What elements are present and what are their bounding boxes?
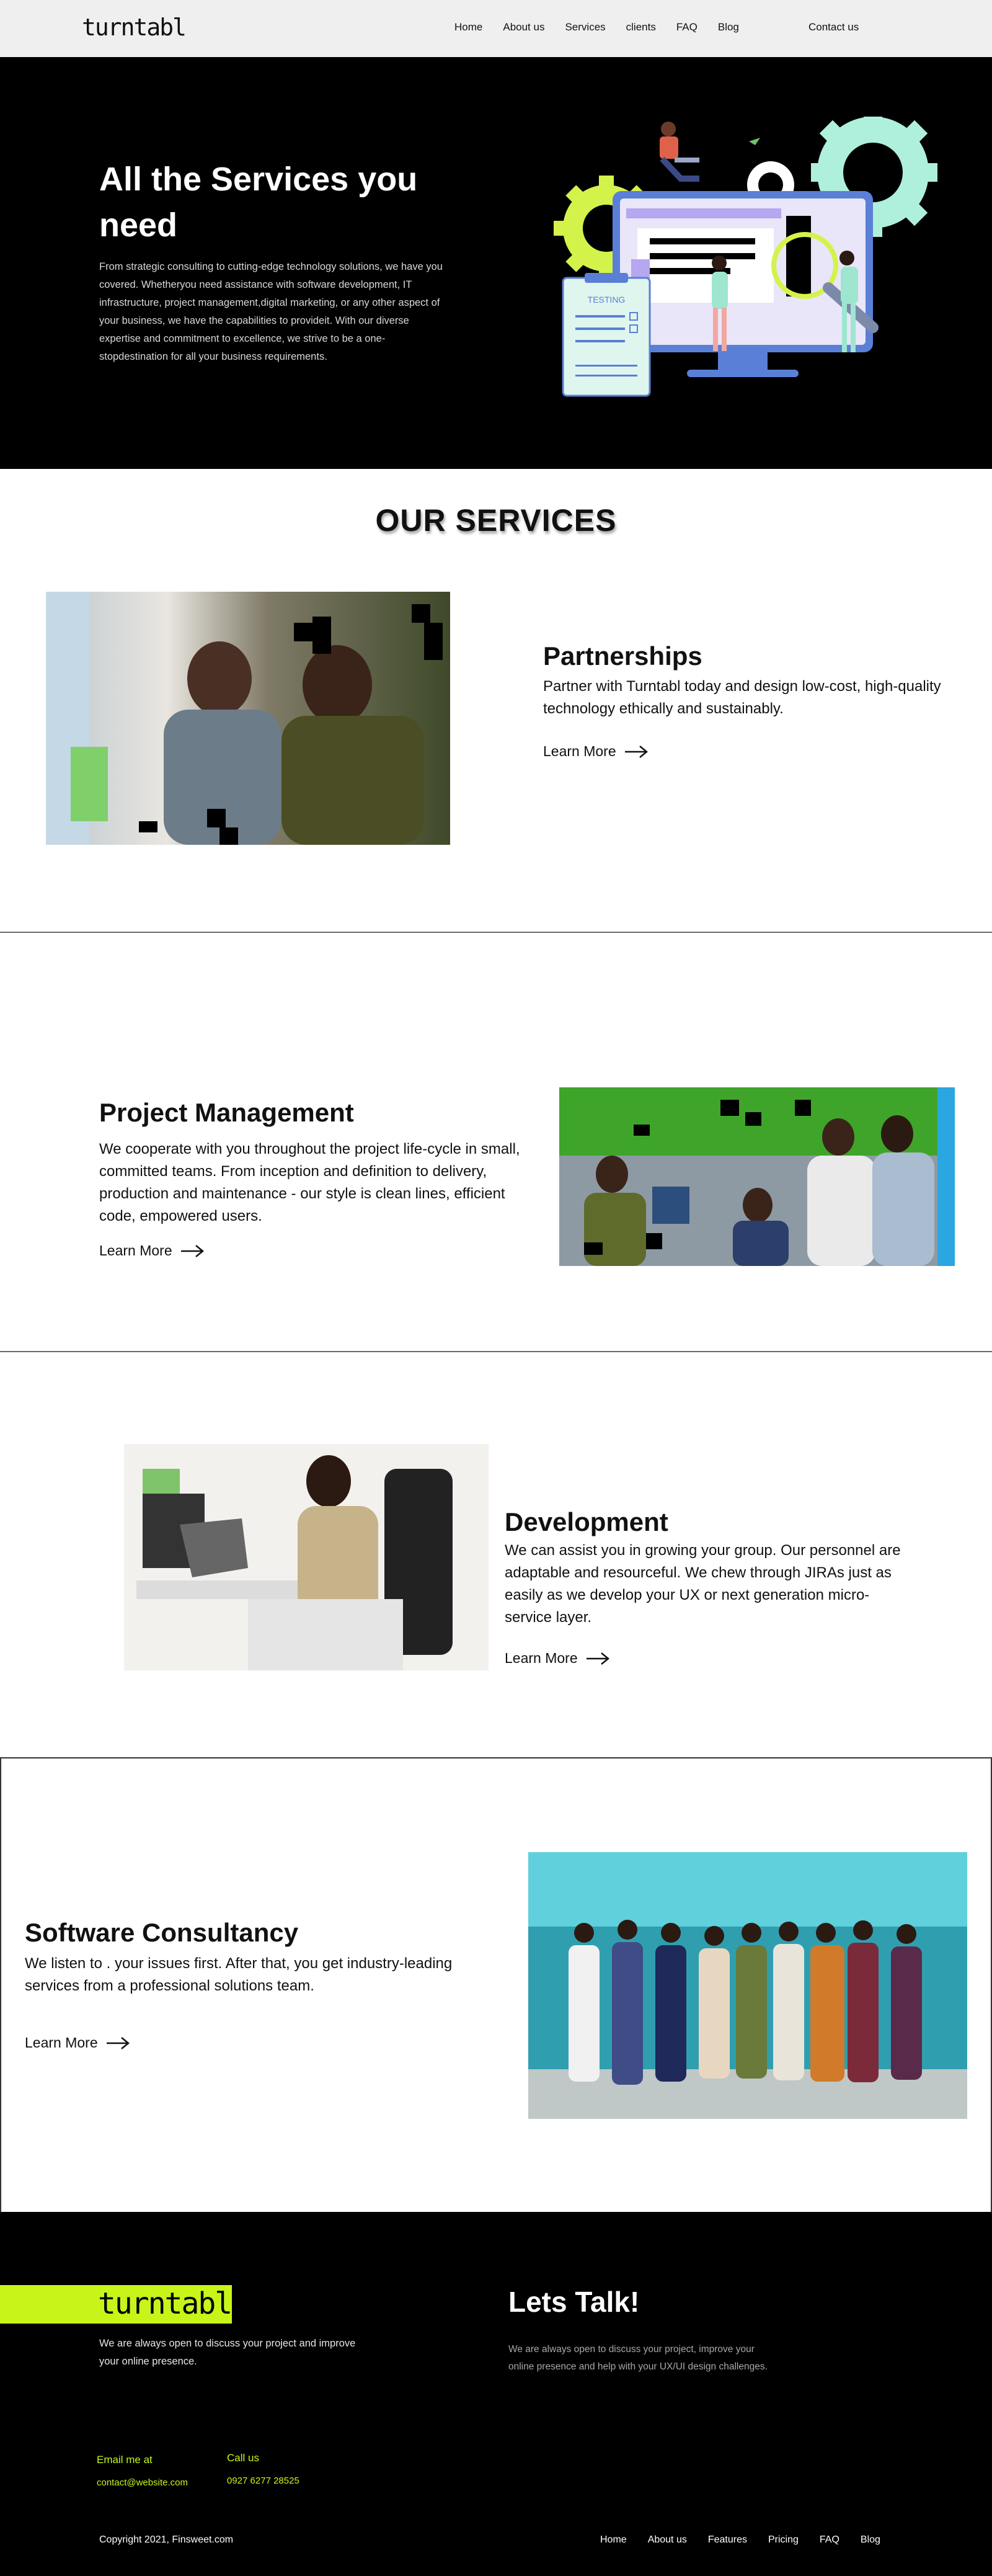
nav-link-blog[interactable]: Blog — [718, 21, 739, 33]
footer: turntabl We are always open to discuss y… — [0, 2212, 992, 2576]
lets-talk-title: Lets Talk! — [508, 2286, 640, 2318]
paper-plane-icon — [749, 138, 760, 145]
footer-logo[interactable]: turntabl — [98, 2286, 232, 2321]
footer-link-faq[interactable]: FAQ — [820, 2534, 839, 2546]
footer-open-text: We are always open to discuss your proje… — [99, 2338, 356, 2367]
hero-description: From strategic consulting to cutting-edg… — [99, 261, 443, 362]
hero-section: All the Services you need From strategic… — [0, 57, 992, 469]
turntabl-logo[interactable]: turntabl — [82, 14, 187, 41]
arrow-right-icon — [180, 1244, 204, 1257]
service-title-project-management: Project Management — [99, 1098, 354, 1127]
lets-talk-text: We are always open to discuss your proje… — [508, 2344, 768, 2372]
arrow-right-icon — [586, 1652, 609, 1665]
nav-link-clients[interactable]: clients — [626, 21, 656, 33]
top-navbar: turntabl Home About us Services clients … — [0, 0, 992, 57]
footer-link-about[interactable]: About us — [648, 2534, 687, 2546]
person-laptop-icon — [660, 122, 699, 182]
copyright: Copyright 2021, Finsweet.com — [99, 2534, 234, 2545]
service-title-partnerships: Partnerships — [543, 641, 702, 671]
monitor-icon — [613, 191, 873, 377]
service-desc-project-management: We cooperate with you throughout the pro… — [99, 1141, 520, 1224]
project-management-photo — [559, 1087, 955, 1266]
service-desc-partnerships: Partner with Turntabl today and design l… — [543, 678, 941, 717]
service-desc-software-consultancy: We listen to . your issues first. After … — [25, 1955, 453, 1994]
email-link[interactable]: contact@website.com — [97, 2477, 188, 2488]
learn-more-label: Learn More — [99, 1242, 172, 1259]
nav-link-about[interactable]: About us — [503, 21, 544, 33]
arrow-right-icon — [624, 745, 648, 758]
email-label: Email me at — [97, 2454, 153, 2466]
development-photo — [124, 1444, 489, 1670]
footer-link-pricing[interactable]: Pricing — [768, 2534, 799, 2546]
hero-title: All the Services you need — [99, 161, 418, 244]
testing-clipboard-icon: TESTING — [562, 273, 651, 397]
section-divider — [0, 1351, 992, 1352]
hero-illustration: TESTING — [554, 117, 937, 397]
section-divider — [0, 932, 992, 933]
learn-more-development[interactable]: Learn More — [505, 1650, 610, 1667]
service-desc-development: We can assist you in growing your group.… — [505, 1542, 901, 1626]
nav-link-services[interactable]: Services — [565, 21, 605, 33]
arrow-right-icon — [106, 2036, 130, 2049]
footer-link-features[interactable]: Features — [708, 2534, 747, 2546]
call-label: Call us — [227, 2452, 259, 2464]
nav-link-home[interactable]: Home — [454, 21, 482, 33]
learn-more-project-management[interactable]: Learn More — [99, 1242, 205, 1259]
learn-more-software-consultancy[interactable]: Learn More — [25, 2035, 130, 2051]
team-photo — [528, 1852, 967, 2119]
learn-more-label: Learn More — [25, 2035, 98, 2051]
learn-more-label: Learn More — [505, 1650, 578, 1666]
service-title-software-consultancy: Software Consultancy — [25, 1918, 299, 1947]
footer-links: Home About us Features Pricing FAQ Blog — [600, 2534, 901, 2546]
footer-link-blog[interactable]: Blog — [861, 2534, 880, 2546]
learn-more-label: Learn More — [543, 743, 616, 759]
testing-label: TESTING — [588, 295, 626, 305]
nav-links: Home About us Services clients FAQ Blog — [454, 21, 760, 33]
contact-us-link[interactable]: Contact us — [808, 21, 859, 33]
service-title-development: Development — [505, 1507, 668, 1536]
services-heading: OUR SERVICES — [375, 503, 617, 538]
footer-link-home[interactable]: Home — [600, 2534, 627, 2546]
partnerships-photo — [46, 592, 450, 845]
learn-more-partnerships[interactable]: Learn More — [543, 743, 649, 760]
phone-link[interactable]: 0927 6277 28525 — [227, 2476, 299, 2486]
nav-link-faq[interactable]: FAQ — [676, 21, 698, 33]
